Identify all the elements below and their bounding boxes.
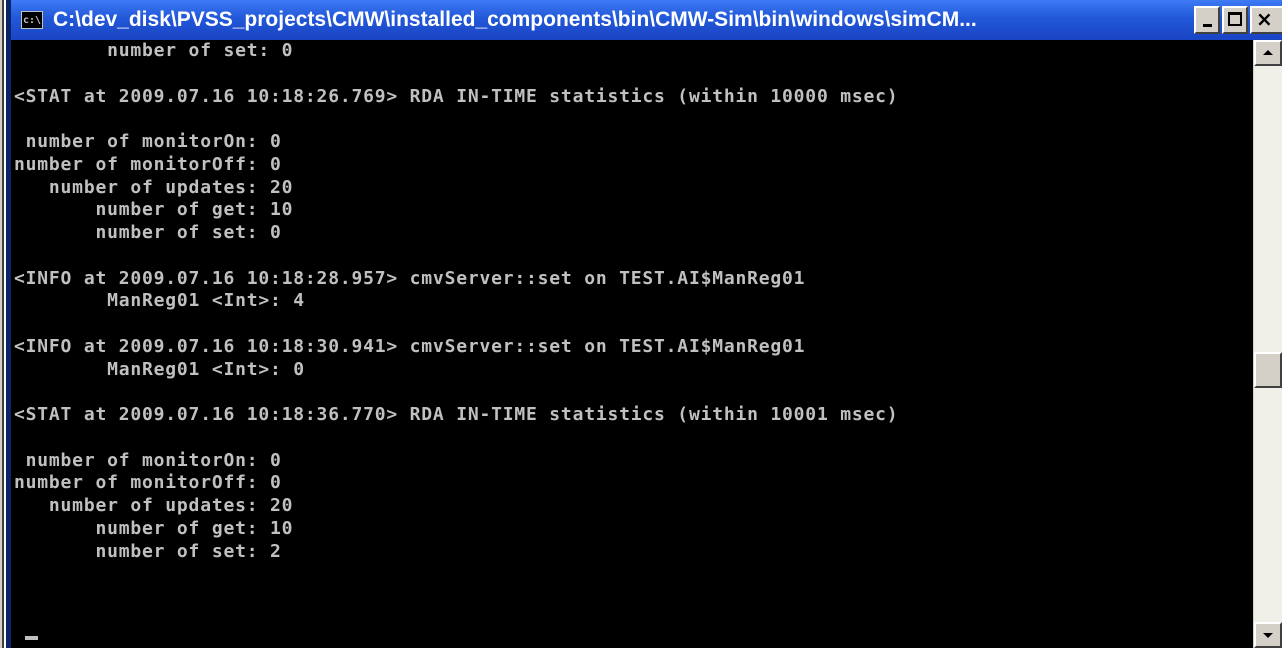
console-line: number of monitorOff: 0 <box>14 153 282 175</box>
scrollbar-thumb[interactable] <box>1254 352 1282 388</box>
console-line: number of updates: 20 <box>14 495 294 516</box>
close-icon: × <box>1256 7 1273 31</box>
console-line: number of set: 0 <box>14 40 294 61</box>
text-cursor <box>25 636 38 640</box>
console-line: number of updates: 20 <box>14 176 294 198</box>
window-title: C:\dev_disk\PVSS_projects\CMW\installed_… <box>53 8 977 31</box>
console-line: number of set: 0 <box>14 222 282 243</box>
console-line: <STAT at 2009.07.16 10:18:36.770> RDA IN… <box>14 404 899 425</box>
title-bar[interactable]: c:\ C:\dev_disk\PVSS_projects\CMW\instal… <box>11 0 1282 40</box>
console-window: c:\ C:\dev_disk\PVSS_projects\CMW\instal… <box>0 0 1282 648</box>
console-line: ManReg01 <Int>: 0 <box>14 358 305 380</box>
console-icon[interactable]: c:\ <box>21 11 43 29</box>
console-line: number of get: 10 <box>14 517 294 539</box>
console-output[interactable]: number of set: 0 <STAT at 2009.07.16 10:1… <box>11 40 1253 648</box>
vertical-scrollbar[interactable] <box>1253 40 1282 648</box>
maximize-button[interactable] <box>1222 6 1248 34</box>
console-lines: number of set: 0 <STAT at 2009.07.16 10:1… <box>14 40 898 609</box>
arrow-up-icon <box>1263 50 1273 55</box>
minimize-icon <box>1203 24 1212 27</box>
console-line: <INFO at 2009.07.16 10:18:28.957> cmvSer… <box>14 267 806 289</box>
console-line: number of monitorOn: 0 <box>14 449 282 471</box>
console-line: number of monitorOff: 0 <box>14 472 282 494</box>
scroll-down-button[interactable] <box>1254 622 1282 648</box>
console-line: number of set: 2 <box>14 540 282 562</box>
arrow-down-icon <box>1263 633 1273 638</box>
console-line: ManReg01 <Int>: 4 <box>14 290 305 312</box>
scroll-up-button[interactable] <box>1254 40 1282 66</box>
left-window-edge <box>0 0 4 648</box>
maximize-icon <box>1228 12 1242 26</box>
console-line: number of monitorOn: 0 <box>14 131 282 152</box>
console-line: <STAT at 2009.07.16 10:18:26.769> RDA IN… <box>14 85 899 107</box>
console-line: number of get: 10 <box>14 199 294 221</box>
minimize-button[interactable] <box>1194 6 1220 34</box>
close-button[interactable]: × <box>1250 6 1282 34</box>
console-line: <INFO at 2009.07.16 10:18:30.941> cmvSer… <box>14 335 806 357</box>
